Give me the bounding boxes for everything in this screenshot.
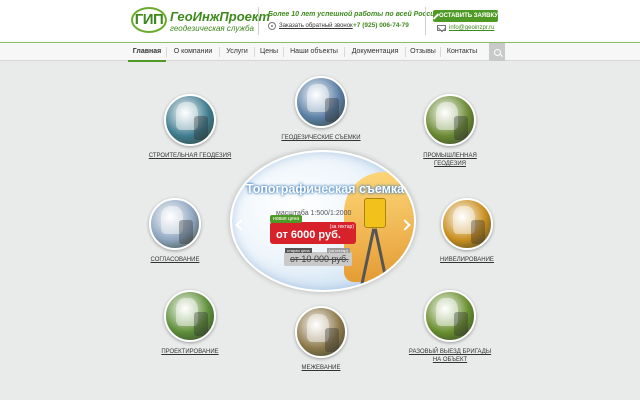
callback-label[interactable]: Заказать обратный звонок [279, 23, 353, 29]
nav-item-about[interactable]: О компании [167, 43, 219, 61]
request-button-label: ОСТАВИТЬ ЗАЯВКУ [438, 13, 498, 19]
service-label[interactable]: ПРОЕКТИРОВАНИЕ [147, 348, 233, 356]
nav-item-contacts[interactable]: Контакты [441, 43, 483, 61]
nav-item-services[interactable]: Услуги [220, 43, 254, 61]
old-price: от 10 000 руб. [290, 254, 349, 264]
slider-next-button[interactable] [399, 218, 411, 232]
promo-slider[interactable]: Топографическая съемка масштаба 1:500/1:… [230, 150, 416, 292]
service-label[interactable]: ГЕОДЕЗИЧЕСКИЕ СЪЕМКИ [278, 134, 364, 142]
service-label[interactable]: НИВЕЛИРОВАНИЕ [424, 256, 510, 264]
theodolite-image [364, 198, 386, 228]
service-design[interactable]: ПРОЕКТИРОВАНИЕ [147, 290, 233, 356]
service-label[interactable]: СТРОИТЕЛЬНАЯ ГЕОДЕЗИЯ [147, 152, 233, 160]
service-image[interactable] [441, 198, 493, 250]
service-image[interactable] [164, 94, 216, 146]
request-button[interactable]: ОСТАВИТЬ ЗАЯВКУ [433, 10, 498, 22]
service-label[interactable]: РАЗОВЫЙ ВЫЕЗД БРИГАДЫ НА ОБЪЕКТ [407, 348, 493, 364]
nav-item-documents[interactable]: Документация [345, 43, 405, 61]
nav-item-projects[interactable]: Наши объекты [284, 43, 344, 61]
nav-item-reviews[interactable]: Отзывы [406, 43, 440, 61]
new-price: от 6000 руб. [276, 229, 341, 241]
service-image[interactable] [295, 306, 347, 358]
chevron-right-icon [399, 219, 411, 231]
email-address[interactable]: info@geoinzpr.ru [449, 25, 494, 31]
service-image[interactable] [295, 76, 347, 128]
callback-link[interactable]: Заказать обратный звонок [268, 22, 353, 30]
service-geodetic-surveys[interactable]: ГЕОДЕЗИЧЕСКИЕ СЪЕМКИ [278, 76, 364, 142]
email-link[interactable]: info@geoinzpr.ru [437, 25, 494, 31]
service-image[interactable] [424, 290, 476, 342]
service-industrial-geodesy[interactable]: ПРОМЫШЛЕННАЯ ГЕОДЕЗИЯ [407, 94, 493, 168]
service-label[interactable]: СОГЛАСОВАНИЕ [132, 256, 218, 264]
old-price-unit: (за гектар) [326, 248, 350, 253]
old-price-box: старая цена (за гектар) от 10 000 руб. [284, 248, 352, 266]
chevron-left-icon [235, 219, 247, 231]
phone-icon [268, 22, 276, 30]
nav-item-home[interactable]: Главная [128, 43, 166, 62]
service-approval[interactable]: СОГЛАСОВАНИЕ [132, 198, 218, 264]
header-divider [425, 7, 426, 35]
site-header: ГИП ГеоИнжПроект геодезическая служба Бо… [0, 0, 640, 42]
new-price-label: новая цена [270, 215, 303, 223]
pencil-icon [433, 13, 436, 19]
service-label[interactable]: ПРОМЫШЛЕННАЯ ГЕОДЕЗИЯ [407, 152, 493, 168]
mail-icon [437, 25, 446, 31]
slide-title: Топографическая съемка [245, 182, 405, 196]
slider-prev-button[interactable] [235, 218, 247, 232]
phone-number[interactable]: +7 (925) 006-74-79 [353, 22, 409, 29]
service-construction-geodesy[interactable]: СТРОИТЕЛЬНАЯ ГЕОДЕЗИЯ [147, 94, 233, 160]
service-image[interactable] [149, 198, 201, 250]
old-price-label: старая цена [285, 248, 312, 253]
service-land-surveying[interactable]: МЕЖЕВАНИЕ [278, 306, 364, 372]
service-leveling[interactable]: НИВЕЛИРОВАНИЕ [424, 198, 510, 264]
service-image[interactable] [424, 94, 476, 146]
service-crew-visit[interactable]: РАЗОВЫЙ ВЫЕЗД БРИГАДЫ НА ОБЪЕКТ [407, 290, 493, 364]
logo-name[interactable]: ГеоИнжПроект [170, 9, 270, 24]
search-icon [493, 48, 501, 56]
nav-item-prices[interactable]: Цены [255, 43, 283, 61]
service-image[interactable] [164, 290, 216, 342]
main-nav: Главная О компании Услуги Цены Наши объе… [0, 42, 640, 62]
logo-mark[interactable]: ГИП [131, 7, 167, 33]
logo-tagline: геодезическая служба [170, 24, 254, 33]
service-label[interactable]: МЕЖЕВАНИЕ [278, 364, 364, 372]
search-button[interactable] [489, 43, 505, 61]
header-divider [258, 7, 259, 35]
new-price-box[interactable]: новая цена (за гектар) от 6000 руб. [270, 215, 356, 244]
slogan: Более 10 лет успешной работы по всей Рос… [268, 11, 442, 18]
